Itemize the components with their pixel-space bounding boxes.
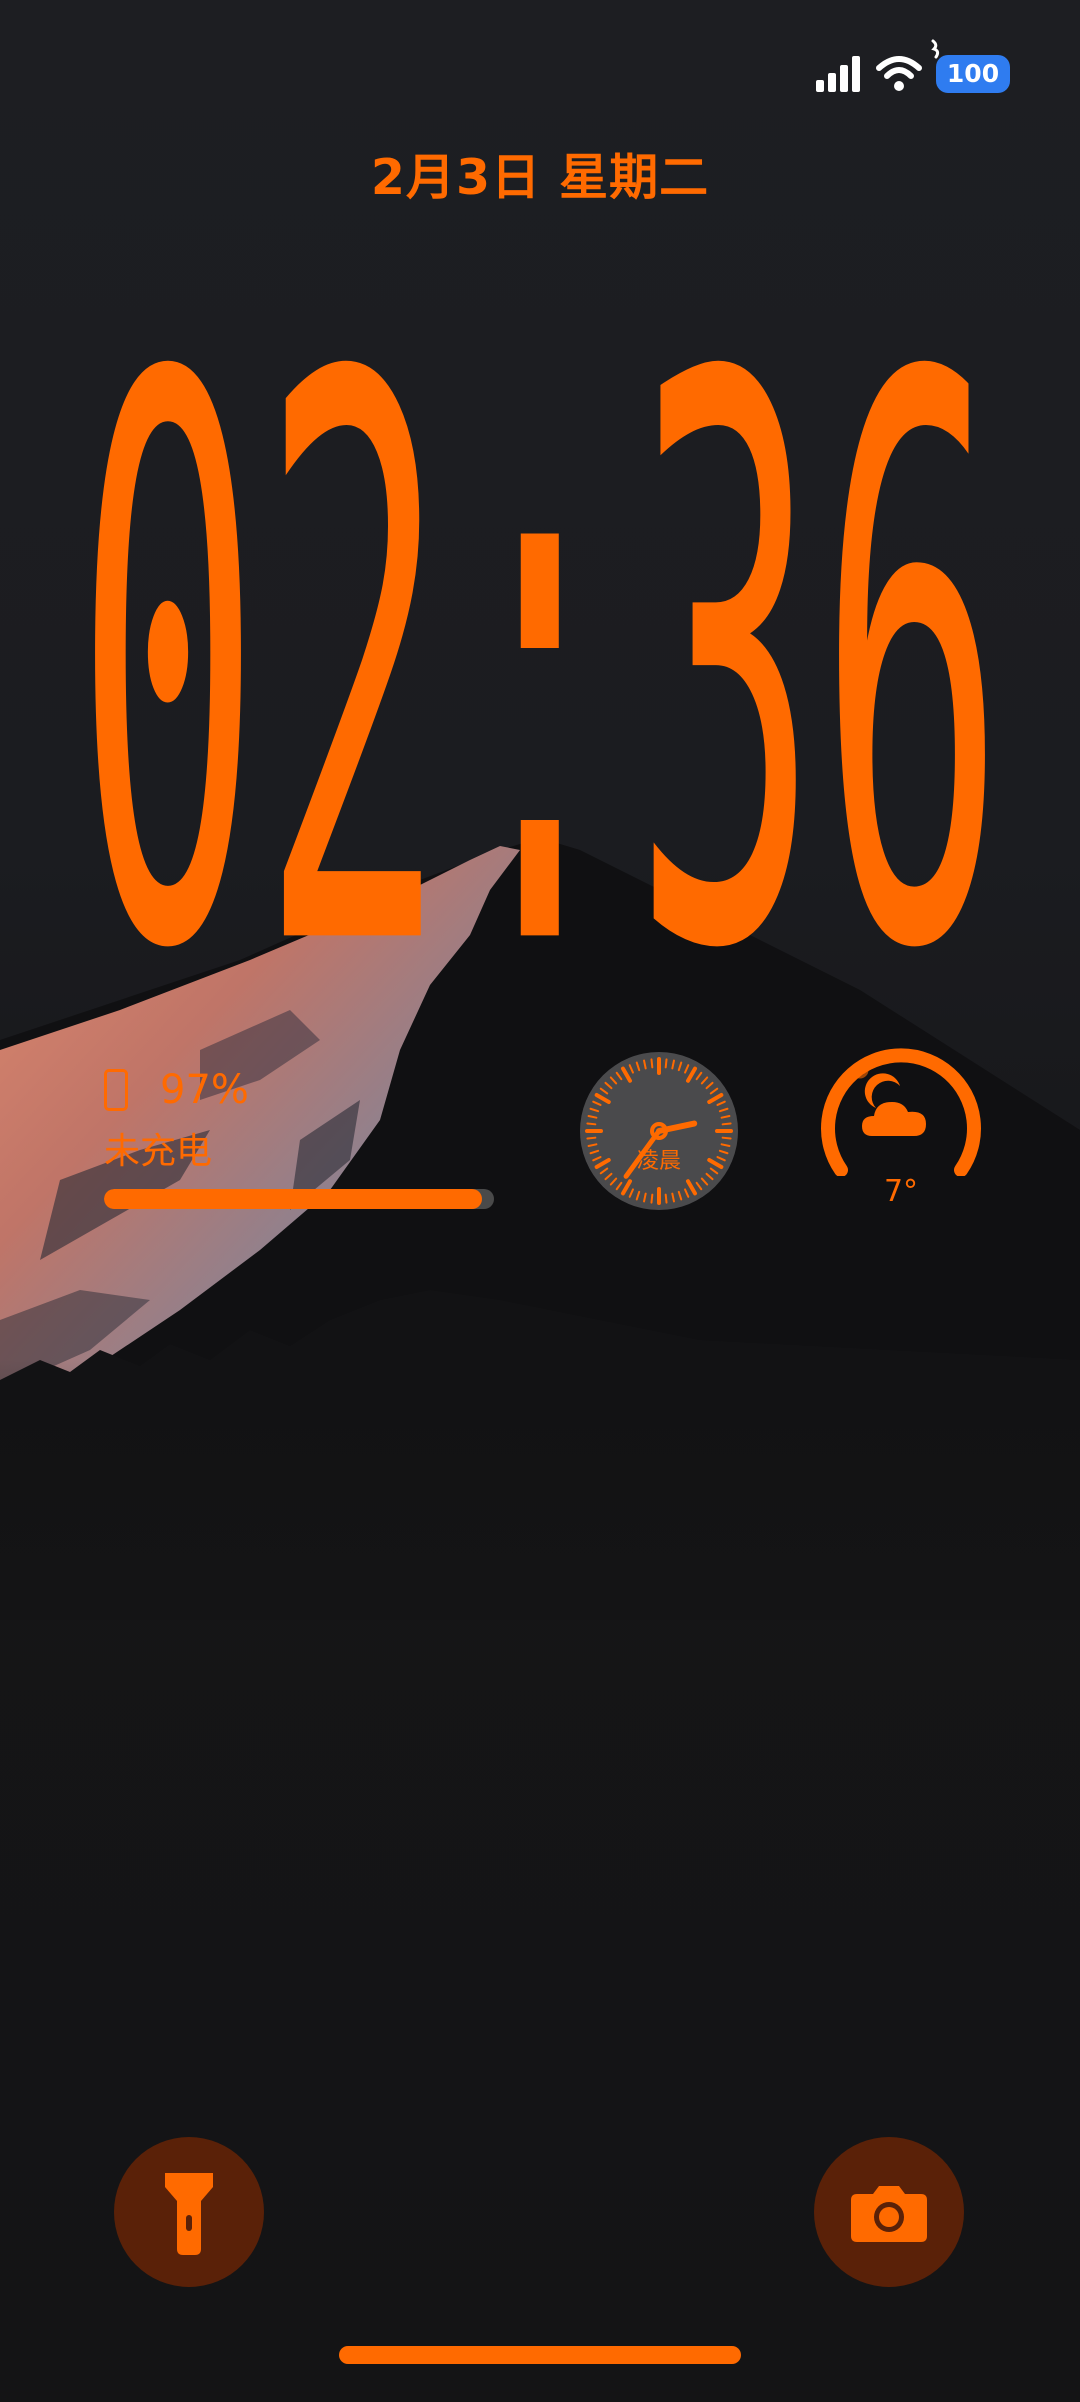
battery-widget-row: 97% bbox=[104, 1062, 504, 1118]
analog-clock-widget[interactable]: 凌晨 bbox=[578, 1050, 740, 1212]
weather-gauge bbox=[821, 1048, 981, 1177]
phone-icon bbox=[104, 1069, 128, 1111]
lock-screen: 100 2月3日 星期二 02:36 97% 未充电 凌晨 7° bbox=[0, 0, 1080, 2402]
clock-tick bbox=[721, 1136, 732, 1140]
clock-tick bbox=[586, 1122, 597, 1126]
clock-tick bbox=[650, 1058, 654, 1069]
analog-clock-face: 凌晨 bbox=[580, 1052, 738, 1210]
clock-tick bbox=[664, 1058, 668, 1069]
lock-time: 02:36 bbox=[75, 217, 1005, 1000]
clock-tick bbox=[664, 1193, 668, 1204]
weather-temperature: 7° bbox=[883, 1174, 919, 1209]
weather-widget[interactable]: 7° bbox=[818, 1046, 984, 1226]
flashlight-button[interactable] bbox=[114, 2137, 264, 2287]
partly-cloudy-night-icon bbox=[862, 1073, 926, 1136]
home-indicator[interactable] bbox=[339, 2346, 741, 2364]
clock-tick bbox=[650, 1193, 654, 1204]
battery-progress-fill bbox=[104, 1189, 483, 1209]
clock-period-label: 凌晨 bbox=[637, 1149, 681, 1174]
clock-tick bbox=[586, 1136, 597, 1140]
flashlight-icon bbox=[165, 2173, 213, 2255]
clock-tick bbox=[721, 1122, 732, 1126]
camera-button[interactable] bbox=[814, 2137, 964, 2287]
lock-clock: 02:36 bbox=[75, 217, 1005, 1000]
charging-status: 未充电 bbox=[104, 1131, 213, 1172]
camera-icon bbox=[851, 2186, 927, 2242]
battery-widget[interactable]: 97% 未充电 bbox=[104, 1062, 504, 1222]
battery-progress-bar bbox=[104, 1189, 494, 1209]
battery-percent: 97% bbox=[160, 1067, 249, 1113]
